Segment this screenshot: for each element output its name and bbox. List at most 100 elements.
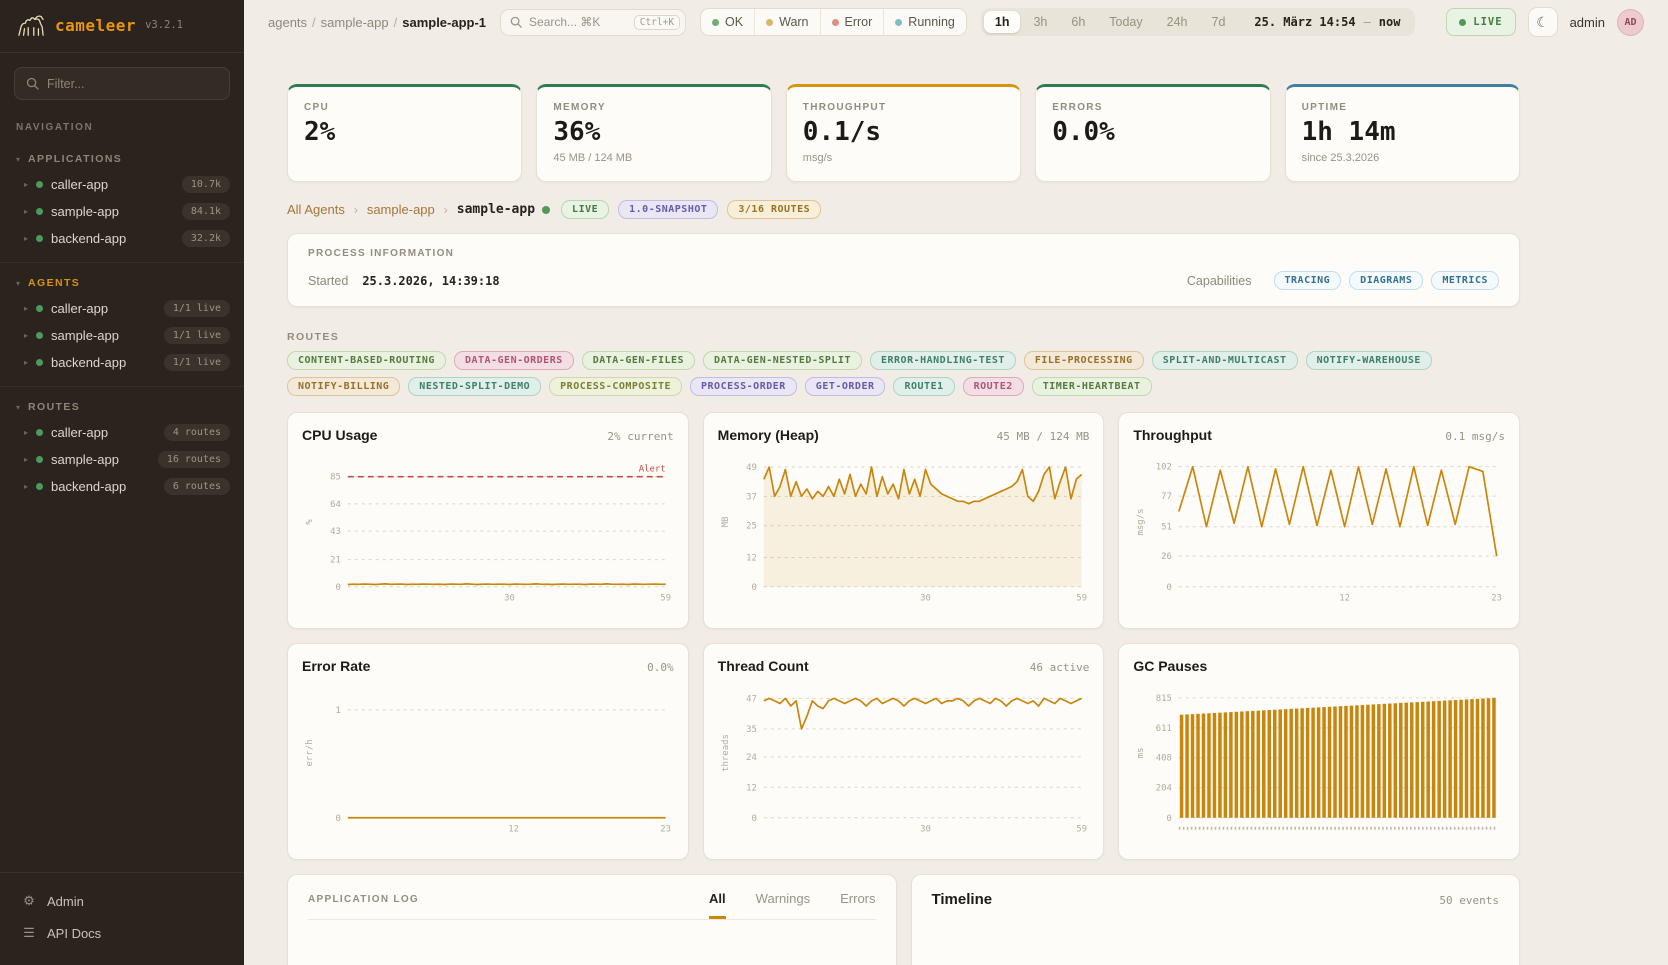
item-count-badge: 6 routes [164,478,230,495]
route-badge-notify-warehouse[interactable]: NOTIFY-WAREHOUSE [1306,351,1432,370]
item-count-badge: 32.2k [182,230,230,247]
svg-text:204: 204 [1156,784,1172,794]
main-area: agents/sample-app/sample-app-1 Search...… [244,0,1668,965]
caret-right-icon: ▸ [24,180,28,189]
theme-toggle-button[interactable]: ☾ [1528,7,1558,37]
route-badge-process-order[interactable]: PROCESS-ORDER [690,377,797,396]
item-label: sample-app [51,328,156,343]
sidebar-footer-admin[interactable]: ⚙Admin [8,885,236,917]
capabilities-label: Capabilities [1187,274,1252,288]
agent-separator: › [444,203,448,217]
breadcrumb-item[interactable]: sample-app-1 [402,15,486,30]
breadcrumb-item[interactable]: sample-app [321,15,389,30]
range-button-3h[interactable]: 3h [1022,11,1058,33]
svg-text:ms: ms [1136,748,1146,759]
sidebar-item-caller-app[interactable]: ▸caller-app4 routes [0,419,244,446]
capability-badge-metrics[interactable]: METRICS [1431,271,1499,290]
range-button-6h[interactable]: 6h [1060,11,1096,33]
status-filter-running[interactable]: Running [883,9,966,35]
route-badge-nested-split-demo[interactable]: NESTED-SPLIT-DEMO [408,377,541,396]
agent-badge-live[interactable]: LIVE [561,200,609,219]
svg-text:43: 43 [330,527,341,537]
process-info-row: Started 25.3.2026, 14:39:18 Capabilities… [308,271,1499,290]
status-filter-ok[interactable]: OK [701,9,754,35]
filter-input[interactable] [14,67,230,100]
capability-badge-tracing[interactable]: TRACING [1274,271,1342,290]
sidebar-item-sample-app[interactable]: ▸sample-app16 routes [0,446,244,473]
sidebar-item-caller-app[interactable]: ▸caller-app1/1 live [0,295,244,322]
route-badge-route1[interactable]: ROUTE1 [893,377,954,396]
breadcrumb-item[interactable]: agents [268,15,307,30]
agent-link[interactable]: sample-app [367,202,435,217]
route-badge-get-order[interactable]: GET-ORDER [805,377,886,396]
capability-badge-diagrams[interactable]: DIAGRAMS [1349,271,1423,290]
section-label: APPLICATIONS [28,153,122,165]
sidebar-footer: ⚙Admin☰API Docs [0,872,244,965]
status-filter-error[interactable]: Error [820,9,884,35]
sidebar-item-sample-app[interactable]: ▸sample-app1/1 live [0,322,244,349]
route-badge-data-gen-files[interactable]: DATA-GEN-FILES [582,351,695,370]
chart-title: Thread Count [718,658,809,674]
footer-label: Admin [47,894,84,909]
route-badge-split-and-multicast[interactable]: SPLIT-AND-MULTICAST [1152,351,1298,370]
section-header[interactable]: ▾APPLICATIONS [0,147,244,171]
route-badge-route2[interactable]: ROUTE2 [963,377,1024,396]
route-badge-notify-billing[interactable]: NOTIFY-BILLING [287,377,400,396]
range-button-today[interactable]: Today [1098,11,1153,33]
agent-separator: › [354,203,358,217]
chart-subtitle: 0.1 msg/s [1445,430,1505,443]
range-end: now [1379,15,1401,29]
brand: cameleer v3.2.1 [0,0,244,53]
status-filter-warn[interactable]: Warn [754,9,819,35]
chart-plot: 10err/h1223 [302,676,674,836]
svg-text:12: 12 [508,825,519,835]
item-count-badge: 1/1 live [164,354,230,371]
section-label: AGENTS [28,277,80,289]
agent-link[interactable]: All Agents [287,202,345,217]
sidebar-item-backend-app[interactable]: ▸backend-app1/1 live [0,349,244,376]
item-count-badge: 4 routes [164,424,230,441]
svg-text:12: 12 [746,553,757,563]
route-badge-data-gen-nested-split[interactable]: DATA-GEN-NESTED-SPLIT [703,351,862,370]
svg-text:0: 0 [335,814,340,824]
item-label: caller-app [51,301,156,316]
sidebar-item-sample-app[interactable]: ▸sample-app84.1k [0,198,244,225]
sidebar-footer-api-docs[interactable]: ☰API Docs [8,917,236,949]
sidebar-item-caller-app[interactable]: ▸caller-app10.7k [0,171,244,198]
search-input[interactable]: Search... ⌘K Ctrl+K [500,9,686,36]
chart-plot: 8156114082040ms [1133,676,1505,836]
date-range-display[interactable]: 25. März 14:54—now [1238,15,1412,29]
capabilities: Capabilities TRACING DIAGRAMS METRICS [1187,271,1499,290]
agent-badge-3-16-routes[interactable]: 3/16 ROUTES [727,200,821,219]
svg-text:23: 23 [1492,594,1503,604]
svg-text:0: 0 [335,583,340,593]
chart-plot: 1027751260msg/s1223 [1133,445,1505,605]
route-badge-process-composite[interactable]: PROCESS-COMPOSITE [549,377,682,396]
svg-text:%: % [305,519,315,525]
range-button-1h[interactable]: 1h [984,11,1021,33]
sidebar-item-backend-app[interactable]: ▸backend-app6 routes [0,473,244,500]
avatar[interactable]: AD [1617,9,1644,36]
section-header[interactable]: ▾AGENTS [0,271,244,295]
section-header[interactable]: ▾ROUTES [0,395,244,419]
log-tab-all[interactable]: All [709,891,726,919]
chart-title: Error Rate [302,658,370,674]
route-badge-data-gen-orders[interactable]: DATA-GEN-ORDERS [454,351,574,370]
log-tab-warnings[interactable]: Warnings [756,891,810,919]
route-badge-content-based-routing[interactable]: CONTENT-BASED-ROUTING [287,351,446,370]
process-info-card: PROCESS INFORMATION Started 25.3.2026, 1… [287,233,1520,307]
filter-label: Running [908,15,955,29]
range-button-7d[interactable]: 7d [1201,11,1237,33]
search-shortcut-badge: Ctrl+K [634,15,680,30]
log-tab-errors[interactable]: Errors [840,891,875,919]
chart-card-cpu-usage: CPU Usage2% current856443210%3059Alert [287,412,689,629]
route-badge-error-handling-test[interactable]: ERROR-HANDLING-TEST [870,351,1016,370]
svg-text:err/h: err/h [305,740,315,767]
route-badge-file-processing[interactable]: FILE-PROCESSING [1024,351,1144,370]
route-badge-timer-heartbeat[interactable]: TIMER-HEARTBEAT [1032,377,1152,396]
svg-text:815: 815 [1156,694,1172,704]
sidebar-item-backend-app[interactable]: ▸backend-app32.2k [0,225,244,252]
agent-badge-1-0-snapshot[interactable]: 1.0-SNAPSHOT [618,200,718,219]
range-button-24h[interactable]: 24h [1156,11,1199,33]
svg-text:47: 47 [746,694,757,704]
